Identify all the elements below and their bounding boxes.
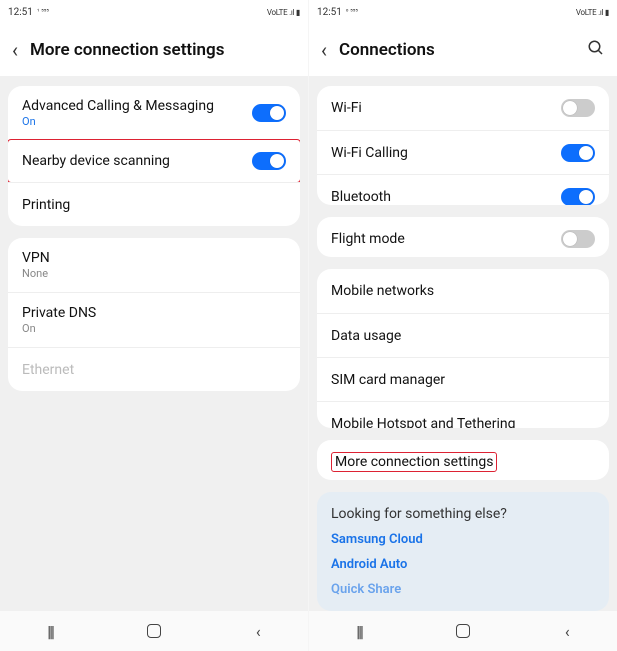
toggle-switch[interactable] xyxy=(252,104,286,122)
status-extras: ⁰ ⁵⁵⁵ xyxy=(346,9,358,16)
setting-row[interactable]: Wi-Fi Calling xyxy=(317,130,609,174)
row-label: Mobile networks xyxy=(331,283,434,299)
setting-row[interactable]: VPNNone xyxy=(8,238,300,292)
section-group-1: Advanced Calling & MessagingOn Nearby dev… xyxy=(8,86,300,226)
content-area: Advanced Calling & MessagingOnNearby dev… xyxy=(0,86,308,611)
row-label: SIM card manager xyxy=(331,372,445,388)
setting-row[interactable]: More connection settings xyxy=(317,440,609,480)
setting-row[interactable]: Nearby device scanning xyxy=(8,139,300,183)
status-indicators: VoLTE .ıl ▮ xyxy=(267,8,300,17)
footer-section: Looking for something else? Samsung Clou… xyxy=(317,492,609,611)
setting-row[interactable]: Ethernet xyxy=(8,347,300,391)
status-bar: 12:51 ¹ ⁵⁵⁵ VoLTE .ıl ▮ xyxy=(0,0,308,24)
row-label: Ethernet xyxy=(22,362,74,378)
status-extras: ¹ ⁵⁵⁵ xyxy=(37,9,49,16)
row-label: Advanced Calling & Messaging xyxy=(22,98,214,114)
setting-row[interactable]: Flight mode xyxy=(317,217,609,257)
row-label: Printing xyxy=(22,197,70,213)
setting-row[interactable]: Data usage xyxy=(317,313,609,357)
title-bar: ‹ Connections xyxy=(309,24,617,76)
toggle-switch[interactable] xyxy=(561,144,595,162)
status-time: 12:51 xyxy=(317,7,342,18)
nav-home-icon[interactable] xyxy=(456,624,470,638)
status-indicators: VoLTE .ıl ▮ xyxy=(576,8,609,17)
page-title: Connections xyxy=(339,40,575,60)
screen-more-connection-settings: 12:51 ¹ ⁵⁵⁵ VoLTE .ıl ▮ ‹ More connectio… xyxy=(0,0,308,651)
row-label: Wi-Fi xyxy=(331,100,362,116)
row-label: More connection settings xyxy=(331,452,497,472)
section-flight-mode: Flight mode xyxy=(317,217,609,257)
section-wifi-bt: Wi-Fi Wi-Fi Calling Bluetooth xyxy=(317,86,609,205)
nav-bar: ||| ‹ xyxy=(309,611,617,651)
row-label: Nearby device scanning xyxy=(22,153,170,169)
row-label: Private DNS xyxy=(22,305,96,321)
status-bar: 12:51 ⁰ ⁵⁵⁵ VoLTE .ıl ▮ xyxy=(309,0,617,24)
section-group-2: VPNNonePrivate DNSOnEthernet xyxy=(8,238,300,391)
row-sublabel: On xyxy=(22,115,214,128)
setting-row[interactable]: Bluetooth xyxy=(317,174,609,205)
section-mobile: Mobile networks Data usage SIM card manage… xyxy=(317,269,609,428)
nav-bar: ||| ‹ xyxy=(0,611,308,651)
setting-row[interactable]: Advanced Calling & MessagingOn xyxy=(8,86,300,140)
search-icon[interactable] xyxy=(587,39,605,62)
section-more: More connection settings xyxy=(317,440,609,480)
row-label: VPN xyxy=(22,250,50,266)
row-sublabel: None xyxy=(22,267,50,280)
nav-home-icon[interactable] xyxy=(147,624,161,638)
nav-recent-icon[interactable]: ||| xyxy=(47,622,53,641)
footer-link[interactable]: Quick Share xyxy=(331,582,595,597)
title-bar: ‹ More connection settings xyxy=(0,24,308,76)
status-time: 12:51 xyxy=(8,7,33,18)
row-label: Mobile Hotspot and Tethering xyxy=(331,416,515,429)
screen-connections: 12:51 ⁰ ⁵⁵⁵ VoLTE .ıl ▮ ‹ Connections Wi… xyxy=(309,0,617,651)
toggle-switch[interactable] xyxy=(252,152,286,170)
footer-title: Looking for something else? xyxy=(331,506,595,522)
back-icon[interactable]: ‹ xyxy=(12,40,18,60)
row-label: Wi-Fi Calling xyxy=(331,145,408,161)
row-sublabel: On xyxy=(22,322,96,335)
footer-link[interactable]: Android Auto xyxy=(331,557,595,572)
row-label: Data usage xyxy=(331,328,401,344)
setting-row[interactable]: Wi-Fi xyxy=(317,86,609,130)
toggle-switch[interactable] xyxy=(561,230,595,248)
nav-back-icon[interactable]: ‹ xyxy=(565,622,570,641)
row-label: Flight mode xyxy=(331,231,405,247)
content-area: Wi-FiWi-Fi CallingBluetooth Flight mode … xyxy=(309,86,617,611)
page-title: More connection settings xyxy=(30,40,296,60)
setting-row[interactable]: Mobile Hotspot and Tethering xyxy=(317,401,609,428)
nav-back-icon[interactable]: ‹ xyxy=(256,622,261,641)
toggle-switch[interactable] xyxy=(561,188,595,206)
footer-link[interactable]: Samsung Cloud xyxy=(331,532,595,547)
nav-recent-icon[interactable]: ||| xyxy=(356,622,362,641)
toggle-switch[interactable] xyxy=(561,99,595,117)
setting-row[interactable]: Private DNSOn xyxy=(8,292,300,347)
back-icon[interactable]: ‹ xyxy=(321,40,327,60)
setting-row[interactable]: Printing xyxy=(8,182,300,226)
setting-row[interactable]: Mobile networks xyxy=(317,269,609,313)
row-label: Bluetooth xyxy=(331,189,391,205)
setting-row[interactable]: SIM card manager xyxy=(317,357,609,401)
